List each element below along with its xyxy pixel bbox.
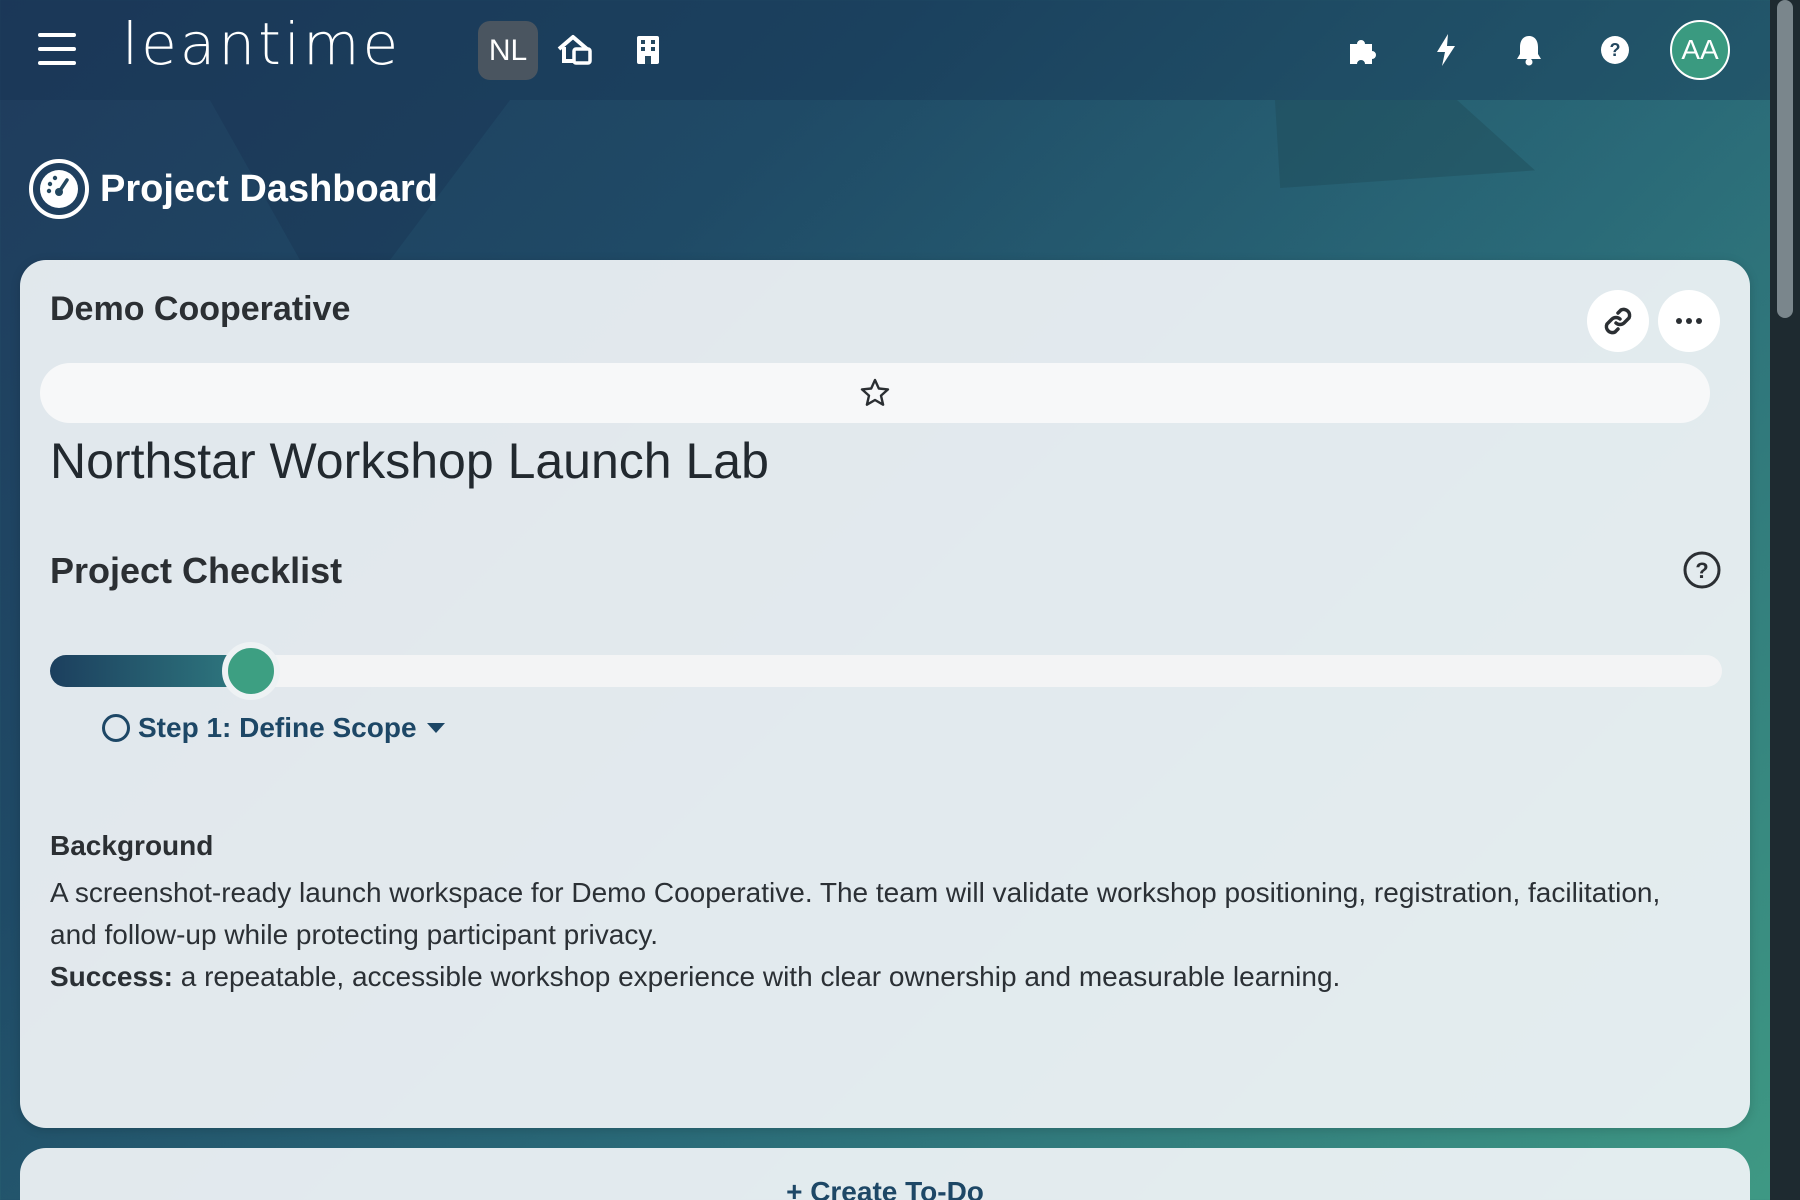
- checklist-progress-bar: [50, 642, 1722, 700]
- background-shape: [1275, 100, 1535, 188]
- success-statement: Success: a repeatable, accessible worksh…: [50, 956, 1340, 998]
- success-text: a repeatable, accessible workshop experi…: [172, 961, 1341, 992]
- project-name: Northstar Workshop Launch Lab: [50, 433, 769, 489]
- leantime-logo[interactable]: leantime: [122, 10, 401, 78]
- puzzle-icon[interactable]: [1342, 30, 1382, 70]
- page-header: Project Dashboard: [28, 158, 438, 220]
- user-avatar[interactable]: AA: [1670, 20, 1730, 80]
- step-status-circle-icon: [102, 714, 130, 742]
- background-heading: Background: [50, 830, 214, 861]
- step-label: Step 1: Define Scope: [138, 712, 417, 743]
- ellipsis-icon: [1676, 318, 1702, 324]
- copy-link-button[interactable]: [1587, 290, 1649, 352]
- progress-fill: [50, 655, 251, 687]
- checklist-title: Project Checklist: [50, 550, 343, 591]
- project-home-icon[interactable]: [555, 30, 595, 70]
- link-icon: [1604, 307, 1632, 335]
- star-icon[interactable]: [859, 377, 891, 409]
- progress-step-marker[interactable]: [222, 642, 280, 700]
- caret-down-icon: [426, 723, 445, 733]
- company-icon[interactable]: [628, 30, 668, 70]
- svg-text:?: ?: [1610, 40, 1621, 60]
- dashboard-gauge-icon: [29, 159, 89, 219]
- project-initials-badge[interactable]: NL: [478, 21, 538, 80]
- bell-icon[interactable]: [1509, 30, 1549, 70]
- step-dropdown[interactable]: Step 1: Define Scope: [102, 712, 445, 744]
- background-text: A screenshot-ready launch workspace for …: [50, 877, 1661, 950]
- client-name: Demo Cooperative: [50, 290, 351, 328]
- svg-text:?: ?: [1695, 558, 1708, 583]
- project-card: Demo Cooperative Northstar Workshop Laun…: [20, 260, 1750, 1128]
- checklist-help-icon[interactable]: ?: [1682, 550, 1722, 590]
- top-navigation-bar: leantime NL ? AA: [0, 0, 1770, 100]
- page-title: Project Dashboard: [100, 167, 438, 210]
- scrollbar-thumb[interactable]: [1777, 0, 1793, 318]
- success-label: Success:: [50, 961, 173, 992]
- more-options-button[interactable]: [1658, 290, 1720, 352]
- menu-icon[interactable]: [38, 33, 76, 65]
- todo-card: + Create To-Do: [20, 1148, 1750, 1200]
- help-icon[interactable]: ?: [1595, 30, 1635, 70]
- lightning-icon[interactable]: [1426, 30, 1466, 70]
- create-todo-button[interactable]: + Create To-Do: [20, 1176, 1750, 1200]
- favorite-bar[interactable]: [40, 363, 1710, 423]
